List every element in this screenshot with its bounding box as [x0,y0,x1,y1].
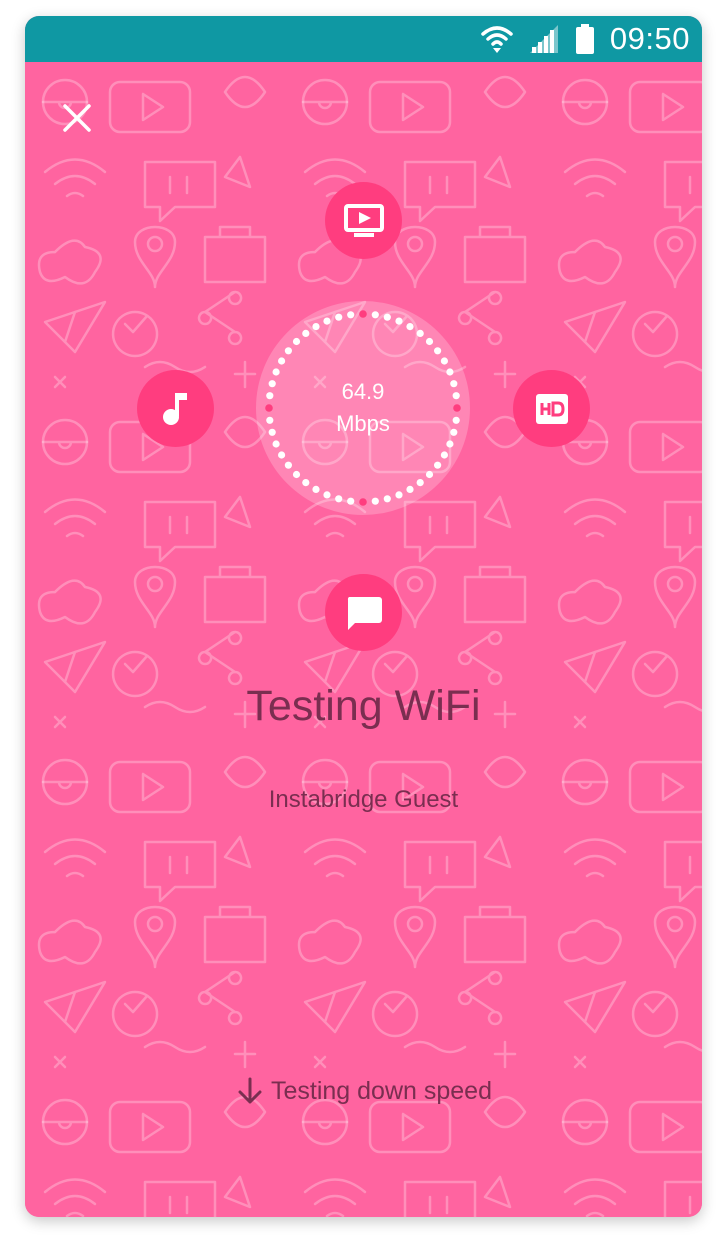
phone-screen: 09:50 64.9 Mbps Testing WiFi Instabridge… [25,16,702,1217]
test-status-text: Testing down speed [271,1076,492,1105]
chat-button[interactable] [325,574,402,651]
speed-value: 64.9 [341,379,385,404]
chat-icon [347,596,382,630]
music-note-icon [162,392,187,425]
speed-test-screen: 64.9 Mbps Testing WiFi Instabridge Guest… [25,62,702,1217]
hd-button[interactable] [513,370,590,447]
page-title: Testing WiFi [246,682,481,730]
status-bar: 09:50 [25,16,702,62]
network-name: Instabridge Guest [268,786,459,813]
music-button[interactable] [137,370,214,447]
battery-icon [575,24,594,54]
speed-readout: 64.9 Mbps [256,376,470,440]
close-icon [63,104,91,132]
status-time: 09:50 [609,21,690,56]
test-status: Testing down speed [25,1076,702,1106]
close-button[interactable] [57,98,97,138]
status-icons: 09:50 [480,16,690,62]
wifi-icon [481,26,513,53]
speed-gauge: 64.9 Mbps [256,301,470,515]
video-icon [343,203,384,237]
signal-icon [529,25,558,53]
video-button[interactable] [325,182,402,259]
hd-icon [535,393,568,424]
arrow-down-icon [238,1077,262,1104]
speed-unit: Mbps [336,411,390,436]
